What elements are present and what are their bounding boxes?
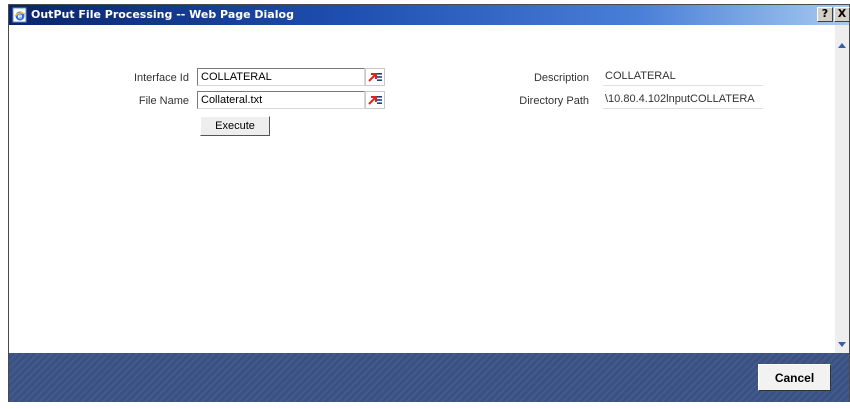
interface-id-lov-button[interactable] xyxy=(365,68,385,86)
dialog-footer: Cancel xyxy=(9,353,849,402)
vertical-scrollbar[interactable] xyxy=(835,25,849,353)
list-of-values-icon xyxy=(368,96,382,105)
list-of-values-icon xyxy=(368,73,382,82)
file-name-lov-button[interactable] xyxy=(365,91,385,109)
close-button[interactable]: X xyxy=(834,7,850,22)
title-bar[interactable]: e OutPut File Processing -- Web Page Dia… xyxy=(9,5,850,25)
dialog-window: e OutPut File Processing -- Web Page Dia… xyxy=(8,4,850,402)
interface-id-label: Interface Id xyxy=(133,72,189,84)
file-name-label: File Name xyxy=(138,95,189,107)
interface-id-input[interactable]: COLLATERAL xyxy=(197,68,365,86)
ie-page-icon: e xyxy=(12,7,28,23)
scroll-down-arrow-icon[interactable] xyxy=(835,337,849,351)
description-label: Description xyxy=(533,72,589,84)
help-button[interactable]: ? xyxy=(817,7,833,22)
window-title: OutPut File Processing -- Web Page Dialo… xyxy=(31,8,294,21)
cancel-button[interactable]: Cancel xyxy=(758,364,831,391)
directory-path-label: Directory Path xyxy=(519,95,589,107)
directory-path-value: \10.80.4.102lnputCOLLATERA xyxy=(603,91,763,109)
execute-button[interactable]: Execute xyxy=(200,116,270,136)
description-value: COLLATERAL xyxy=(603,68,763,86)
svg-text:e: e xyxy=(18,13,23,21)
file-name-input[interactable]: Collateral.txt xyxy=(197,91,365,109)
scroll-up-arrow-icon[interactable] xyxy=(835,39,849,53)
